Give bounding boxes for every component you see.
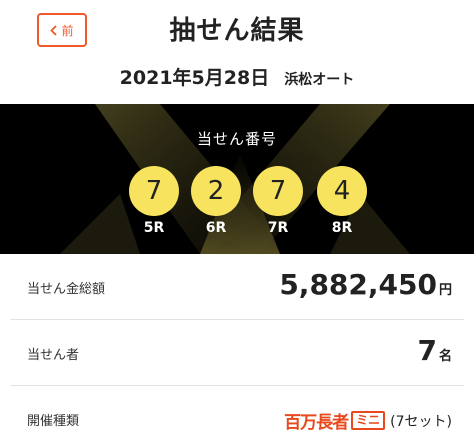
- race-label: 6R: [205, 220, 227, 236]
- set-count: (7セット): [390, 413, 452, 430]
- winners-count: 7: [417, 334, 437, 367]
- event-type-value: 百万長者 ミニ (7セット): [284, 408, 452, 433]
- page-title: 抽せん結果: [169, 16, 305, 46]
- prize-total-value: 5,882,450 円: [279, 268, 452, 301]
- prize-total-label: 当せん金総額: [27, 282, 106, 297]
- winners-row: 当せん者 7名: [10, 320, 464, 386]
- venue-name: 浜松オート: [284, 72, 355, 88]
- prize-total-row: 当せん金総額 5,882,450 円: [10, 254, 464, 320]
- draw-date: 2021年5月28日: [119, 67, 270, 89]
- winning-numbers-label: 当せん番号: [196, 130, 277, 148]
- page-header: 前 抽せん結果 2021年5月28日 浜松オート: [0, 0, 474, 104]
- prize-amount: 5,882,450: [279, 268, 437, 301]
- winning-numbers-panel: 当せん番号 7 2 7 4 5R 6R 7R 8R: [0, 104, 474, 254]
- winning-number-ball: 2: [191, 166, 241, 216]
- race-label: 8R: [331, 220, 353, 236]
- brand-logo: 百万長者: [284, 413, 349, 433]
- brand-mini-badge: ミニ: [351, 411, 386, 430]
- event-type-label: 開催種類: [27, 414, 80, 429]
- event-type-row: 開催種類 百万長者 ミニ (7セット): [10, 386, 464, 439]
- race-label: 5R: [143, 220, 165, 236]
- winning-number-ball: 7: [253, 166, 303, 216]
- race-label: 7R: [267, 220, 289, 236]
- draw-info: 2021年5月28日 浜松オート: [0, 63, 474, 90]
- winners-value: 7名: [418, 334, 453, 367]
- winning-number-ball: 4: [317, 166, 367, 216]
- winners-label: 当せん者: [27, 348, 80, 363]
- winners-unit: 名: [438, 349, 452, 364]
- results-table: 当せん金総額 5,882,450 円 当せん者 7名 開催種類 百万長者 ミニ (…: [10, 254, 464, 439]
- winning-number-ball: 7: [129, 166, 179, 216]
- prize-unit: 円: [438, 283, 452, 298]
